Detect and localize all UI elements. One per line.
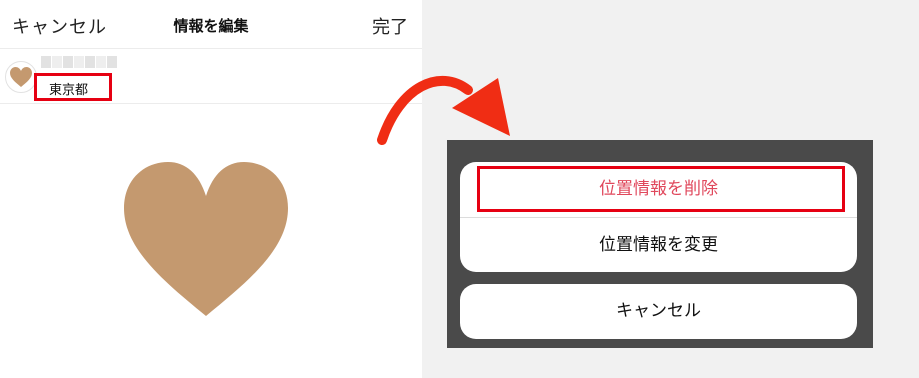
avatar[interactable] — [5, 61, 37, 93]
delete-location-button[interactable]: 位置情報を削除 — [460, 162, 857, 217]
heart-icon — [10, 67, 32, 87]
done-button[interactable]: 完了 — [372, 13, 408, 39]
edit-info-screen: キャンセル 情報を編集 完了 東京都 — [0, 0, 422, 378]
arrow-icon — [377, 75, 510, 145]
location-label: 東京都 — [49, 83, 89, 98]
navigation-bar: キャンセル 情報を編集 完了 — [0, 0, 422, 49]
change-location-button[interactable]: 位置情報を変更 — [460, 217, 857, 272]
username-blurred — [41, 53, 126, 68]
location-highlight[interactable]: 東京都 — [34, 73, 112, 101]
page-title: 情報を編集 — [173, 17, 249, 35]
action-sheet-cancel-button[interactable]: キャンセル — [460, 284, 857, 339]
heart-image — [124, 162, 288, 316]
action-sheet-options: 位置情報を削除 位置情報を変更 — [460, 162, 857, 272]
post-header: 東京都 — [0, 49, 422, 104]
action-sheet: 位置情報を削除 位置情報を変更 キャンセル — [447, 140, 873, 348]
